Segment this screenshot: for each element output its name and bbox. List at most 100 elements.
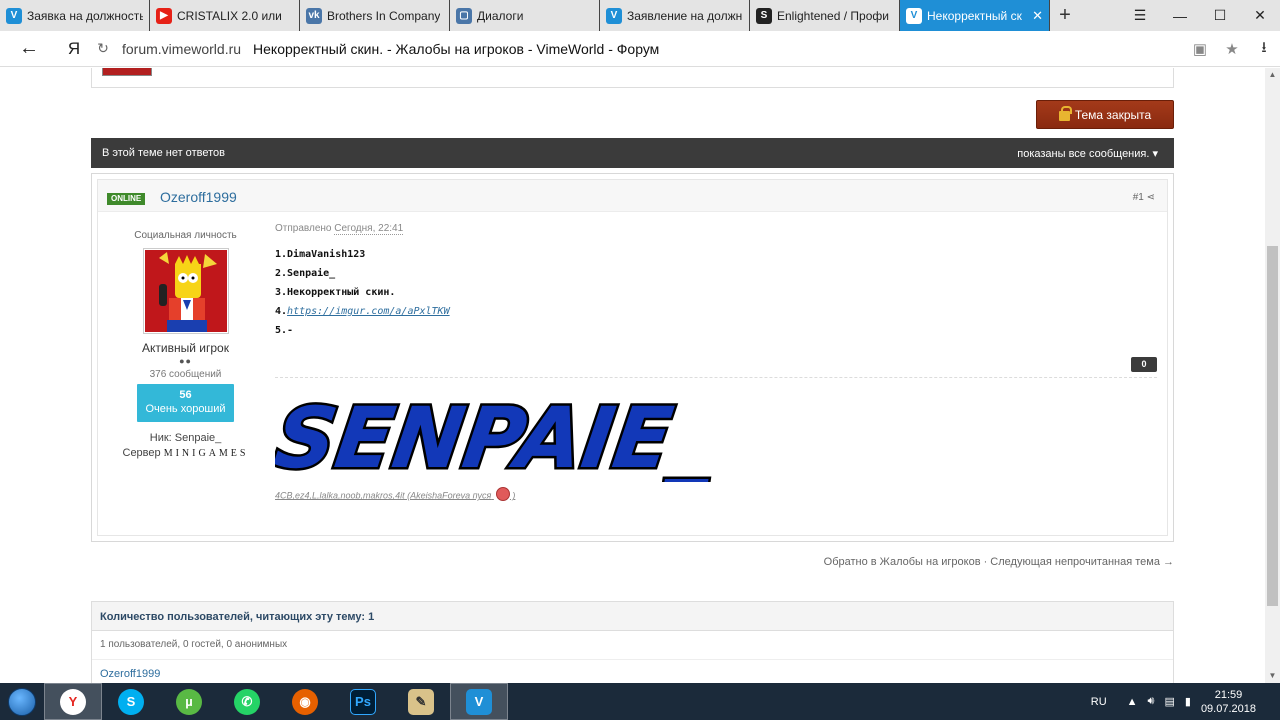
show-hidden-icons-icon[interactable]: ▲ [1127, 696, 1138, 708]
lock-icon [1058, 105, 1072, 121]
whatsapp-icon: ✆ [234, 688, 260, 715]
address-bar: ← Я ↻ forum.vimeworld.ru Некорректный ск… [0, 31, 1280, 67]
post-body: Отправлено Сегодня, 22:41 1.DimaVanish12… [266, 223, 1157, 501]
taskbar-app[interactable]: ◉ [276, 683, 334, 720]
viewers-counts: 1 пользователей, 0 гостей, 0 анонимных [92, 631, 1173, 660]
post-filter-dropdown[interactable]: показаны все сообщения. [1017, 147, 1158, 160]
thread-bar: В этой теме нет ответов показаны все соо… [91, 138, 1174, 168]
tab-label: Заявление на должн [627, 8, 743, 23]
post-author-link[interactable]: Ozeroff1999 [160, 189, 237, 205]
user-info-column: Социальная личность Активный игрок ●● 37… [98, 220, 273, 459]
post-count: 376 сообщений [149, 369, 222, 380]
viewers-heading: Количество пользователей, читающих эту т… [92, 602, 1173, 631]
taskbar-app[interactable]: Y [44, 683, 102, 720]
browser-tab[interactable]: ▶ CRISTALIX 2.0 или [150, 0, 300, 31]
reputation-value: 56 [179, 389, 192, 401]
signature-banner: SENPAIE_ [266, 387, 840, 489]
system-tray: RU ▲ 🔊︎ ▤ ▮ 21:59 09.07.2018 [1091, 683, 1280, 720]
share-icon[interactable]: ⋖ [1147, 192, 1155, 203]
topic-closed-button[interactable]: Тема закрыта [1036, 100, 1174, 129]
tab-label: Enlightened / Профи [777, 8, 889, 23]
maximize-icon[interactable]: ☐ [1200, 0, 1240, 31]
user-server: Сервер MINIGAMES [98, 447, 273, 459]
taskbar-app[interactable]: ✆ [218, 683, 276, 720]
viewer-name-link[interactable]: Ozeroff1999 [92, 660, 1173, 683]
tab-label: CRISTALIX 2.0 или [177, 8, 282, 23]
vimeworld-icon: V [466, 688, 492, 715]
browser-tab[interactable]: vk Brothers In Company [300, 0, 450, 31]
volume-icon[interactable]: 🔊︎ [1148, 695, 1155, 708]
lock-icon[interactable]: ▣ [1184, 40, 1216, 58]
post-content: 1.DimaVanish123 2.Senpaie_ 3.Некорректны… [275, 245, 1157, 340]
taskbar-app[interactable]: ✎ [392, 683, 450, 720]
posted-meta: Отправлено Сегодня, 22:41 [275, 223, 1157, 235]
browser-tab[interactable]: S Enlightened / Профи [750, 0, 900, 31]
close-window-icon[interactable]: ✕ [1240, 0, 1280, 31]
utorrent-icon: µ [176, 688, 202, 715]
vimeworld-icon: V [6, 7, 22, 24]
thread-bar-left: В этой теме нет ответов [102, 147, 225, 159]
browser-tab[interactable]: V Заявка на должность [0, 0, 150, 31]
posted-date: Сегодня, 22:41 [334, 223, 404, 235]
minimize-icon[interactable]: — [1160, 0, 1200, 31]
post-inner: ONLINE Ozeroff1999 #1 ⋖ Социальная лично… [97, 179, 1168, 536]
back-arrow-icon[interactable]: ← [0, 37, 58, 60]
signature-text-content: 4CB,ez4,L,lalka,noob,makros,4it (Akeisha… [275, 490, 492, 501]
vk-messages-icon: ▢ [456, 7, 472, 24]
language-indicator[interactable]: RU [1091, 696, 1107, 708]
post-number-text: #1 [1132, 192, 1144, 203]
tab-label: Диалоги [477, 8, 524, 23]
page-title[interactable]: Некорректный скин. - Жалобы на игроков -… [253, 41, 659, 57]
content-line: 2.Senpaie_ [275, 268, 336, 279]
browser-tab[interactable]: ▢ Диалоги [450, 0, 600, 31]
windows-orb-icon [8, 687, 36, 716]
browser-tab[interactable]: V Заявление на должн [600, 0, 750, 31]
server-prefix: Сервер [122, 447, 161, 459]
tab-label: Некорректный ск [927, 8, 1022, 23]
vk-icon: vk [306, 7, 322, 24]
url-host[interactable]: forum.vimeworld.ru [122, 41, 241, 57]
start-button[interactable] [0, 683, 44, 720]
reputation-label: Очень хороший [145, 403, 226, 415]
download-icon[interactable]: ⭳ [1248, 37, 1280, 62]
signature-text[interactable]: 4CB,ez4,L,lalka,noob,makros,4it (Akeisha… [275, 487, 515, 503]
bookmark-star-icon[interactable]: ★ [1216, 40, 1248, 58]
clock[interactable]: 21:59 09.07.2018 [1201, 688, 1256, 716]
reload-icon[interactable]: ↻ [90, 40, 116, 57]
signal-icon[interactable]: ▮ [1185, 695, 1191, 708]
s-icon: S [756, 7, 772, 24]
signature-banner-text: SENPAIE_ [275, 389, 722, 482]
post-number[interactable]: #1 ⋖ [1133, 192, 1155, 203]
smiley-icon [495, 487, 510, 501]
taskbar-app[interactable]: S [102, 683, 160, 720]
scroll-up-arrow-icon[interactable]: ▲ [1265, 68, 1280, 82]
taskbar-app[interactable]: V [450, 683, 508, 720]
user-nick: Ник: Senpaie_ [149, 432, 222, 444]
server-name: MINIGAMES [163, 448, 249, 459]
scroll-down-arrow-icon[interactable]: ▼ [1265, 669, 1280, 683]
vimeworld-icon: V [906, 7, 922, 24]
forum-post: ONLINE Ozeroff1999 #1 ⋖ Социальная лично… [91, 173, 1174, 542]
tab-label: Brothers In Company [327, 8, 441, 23]
network-icon[interactable]: ▤ [1164, 695, 1174, 708]
content-line: 5.- [275, 325, 294, 336]
yandex-logo[interactable]: Я [58, 39, 90, 59]
taskbar-app[interactable]: µ [160, 683, 218, 720]
new-tab-button[interactable]: + [1050, 0, 1080, 31]
post-reputation-count[interactable]: 0 [1131, 357, 1157, 372]
close-tab-icon[interactable]: ✕ [1032, 8, 1043, 24]
user-avatar[interactable] [142, 248, 229, 334]
menu-icon[interactable]: ☰ [1120, 0, 1160, 31]
taskbar-app[interactable]: Ps [334, 683, 392, 720]
content-line-number: 4. [275, 306, 288, 317]
photoshop-icon: Ps [350, 688, 376, 715]
yandex-browser-icon: Y [60, 688, 86, 715]
scroll-thumb[interactable] [1267, 246, 1278, 606]
browser-tab-active[interactable]: V Некорректный ск ✕ [900, 0, 1050, 31]
online-badge: ONLINE [107, 193, 146, 205]
viewers-panel: Количество пользователей, читающих эту т… [91, 601, 1174, 683]
page-scrollbar[interactable]: ▲ ▼ [1265, 68, 1280, 683]
avatar-image [144, 250, 227, 332]
imgur-link[interactable]: https://imgur.com/a/aPxlTKW [287, 306, 450, 317]
navigation-links[interactable]: Обратно в Жалобы на игроков · Следующая … [824, 556, 1174, 568]
